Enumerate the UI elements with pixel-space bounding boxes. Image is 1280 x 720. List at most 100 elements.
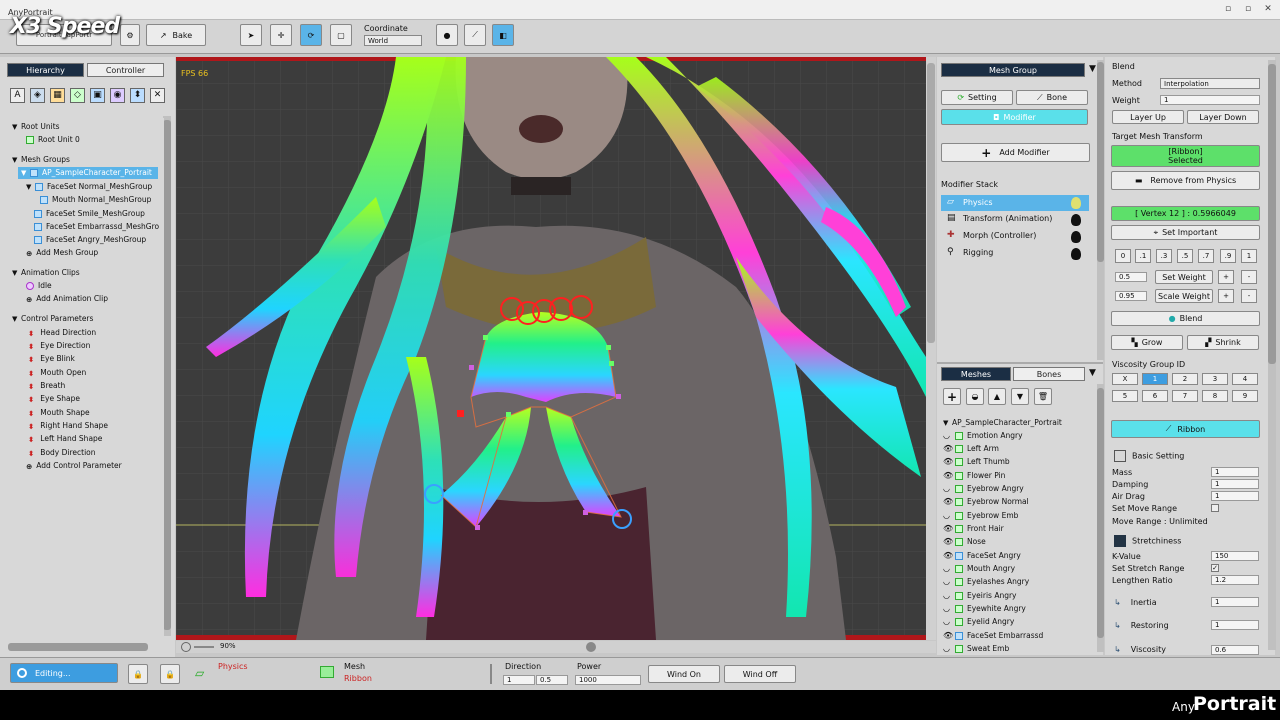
set-weight-field[interactable]: 0.5: [1115, 272, 1147, 282]
viscosity-x[interactable]: X: [1112, 373, 1138, 385]
shrink-button[interactable]: ▞ Shrink: [1187, 335, 1259, 350]
stretch-range-checkbox[interactable]: ✓: [1211, 564, 1219, 572]
move-range-checkbox[interactable]: [1211, 504, 1219, 512]
mass-field[interactable]: 1: [1211, 467, 1259, 477]
right-scrollbar[interactable]: [1268, 60, 1276, 650]
bake-button[interactable]: ↗ Bake: [146, 24, 206, 46]
weight-preset-5[interactable]: .9: [1220, 249, 1236, 263]
viscosity-5[interactable]: 5: [1112, 390, 1138, 402]
left-scrollbar[interactable]: [163, 116, 171, 636]
add-animation-item[interactable]: ⊕ Add Animation Clip: [26, 292, 108, 305]
viscosity-7[interactable]: 7: [1172, 390, 1198, 402]
mesh-item[interactable]: 👁 Left Arm: [943, 442, 1093, 455]
mesh-visibility-button[interactable]: ◧: [492, 24, 514, 46]
canvas-viewport[interactable]: FPS 66: [176, 57, 926, 640]
mesh-item[interactable]: ◡ Emotion Angry: [943, 429, 1093, 442]
param-item-0[interactable]: ⬍ Head Direction: [28, 326, 96, 339]
wind-on-button[interactable]: Wind On: [648, 665, 720, 683]
scale-weight-button[interactable]: Scale Weight: [1155, 289, 1213, 303]
weight-preset-0[interactable]: 0: [1115, 249, 1131, 263]
viscosity-3[interactable]: 3: [1202, 373, 1228, 385]
hscroll-thumb[interactable]: [586, 642, 596, 652]
lengthen-field[interactable]: 1.2: [1211, 575, 1259, 585]
mesh-item[interactable]: 👁 FaceSet Embarrassd: [943, 629, 1093, 642]
viscosity-9[interactable]: 9: [1232, 390, 1258, 402]
close-icon[interactable]: ✕: [1262, 4, 1274, 14]
mesh-item[interactable]: 👁 Eyebrow Normal: [943, 495, 1093, 508]
modifier-rigging[interactable]: Rigging: [941, 245, 1089, 261]
mesh-item[interactable]: ◡ Eyelid Angry: [943, 615, 1093, 628]
set-weight-button[interactable]: Set Weight: [1155, 270, 1213, 284]
move-tool-button[interactable]: ✛: [270, 24, 292, 46]
scale-plus-button[interactable]: +: [1218, 289, 1234, 303]
viscosity2-field[interactable]: 0.6: [1211, 645, 1259, 655]
viscosity-2[interactable]: 2: [1172, 373, 1198, 385]
weight-field[interactable]: 1: [1160, 95, 1260, 105]
rotate-tool-button[interactable]: ⟳: [300, 24, 322, 46]
ribbon-button[interactable]: ⟋ Ribbon: [1111, 420, 1260, 438]
mesh-item[interactable]: ◡ Eyewhite Angry: [943, 602, 1093, 615]
settings-gear-icon[interactable]: ⚙: [120, 24, 140, 46]
weight-minus-button[interactable]: -: [1241, 270, 1257, 284]
delete-button[interactable]: 🗑: [1034, 388, 1052, 405]
tree-item-root-unit[interactable]: Root Unit 0: [26, 133, 80, 146]
modifier-morph[interactable]: Morph (Controller): [941, 228, 1089, 244]
viscosity-8[interactable]: 8: [1202, 390, 1228, 402]
tree-item-meshgroup-5[interactable]: FaceSet Angry_MeshGroup: [34, 233, 146, 246]
scale-minus-button[interactable]: -: [1241, 289, 1257, 303]
mesh-item[interactable]: 👁 Nose: [943, 535, 1093, 548]
mesh-list-scrollbar[interactable]: [1097, 384, 1104, 652]
root-filter-icon[interactable]: ◈: [30, 88, 45, 103]
tab-bones[interactable]: Bones: [1013, 367, 1085, 381]
mesh-item[interactable]: ◡ Eyebrow Emb: [943, 509, 1093, 522]
mesh-item[interactable]: 👁 Flower Pin: [943, 469, 1093, 482]
image-filter-icon[interactable]: ▦: [50, 88, 65, 103]
set-important-button[interactable]: ⌖ Set Important: [1111, 225, 1260, 240]
viscosity-4[interactable]: 4: [1232, 373, 1258, 385]
restoring-field[interactable]: 1: [1211, 620, 1259, 630]
move-down-button[interactable]: ▼: [1011, 388, 1029, 405]
layer-down-button[interactable]: Layer Down: [1187, 110, 1259, 124]
mesh-item[interactable]: 👁 Left Thumb: [943, 455, 1093, 468]
lock-button-2[interactable]: 🔒: [160, 664, 180, 684]
weight-preset-2[interactable]: .3: [1156, 249, 1172, 263]
layer-button[interactable]: ◒: [966, 388, 984, 405]
anim-filter-icon[interactable]: ◉: [110, 88, 125, 103]
inertia-field[interactable]: 1: [1211, 597, 1259, 607]
damping-field[interactable]: 1: [1211, 479, 1259, 489]
kvalue-field[interactable]: 150: [1211, 551, 1259, 561]
mid-scrollbar[interactable]: [1097, 60, 1104, 360]
add-mesh-button[interactable]: +: [943, 388, 961, 405]
tab-controller[interactable]: Controller: [87, 63, 164, 77]
bulb-off-icon[interactable]: [1071, 248, 1081, 260]
tree-header-mesh-groups[interactable]: ▼ Mesh Groups: [12, 153, 70, 166]
weight-preset-3[interactable]: .5: [1177, 249, 1193, 263]
mesh-item[interactable]: ◡ Mouth Angry: [943, 562, 1093, 575]
method-select[interactable]: Interpolation: [1160, 78, 1260, 89]
param-item-3[interactable]: ⬍ Mouth Open: [28, 366, 86, 379]
tree-item-meshgroup-1[interactable]: ▼ FaceSet Normal_MeshGroup: [26, 180, 152, 193]
move-up-button[interactable]: ▲: [988, 388, 1006, 405]
tree-item-anim-idle[interactable]: Idle: [26, 279, 52, 292]
bulb-on-icon[interactable]: [1071, 197, 1081, 209]
select-tool-button[interactable]: ➤: [240, 24, 262, 46]
mesh-filter-icon[interactable]: ◇: [70, 88, 85, 103]
viscosity-1[interactable]: 1: [1142, 373, 1168, 385]
param-item-6[interactable]: ⬍ Mouth Shape: [28, 406, 90, 419]
setting-button[interactable]: ⟳ Setting: [941, 90, 1013, 105]
power-field[interactable]: 1000: [575, 675, 641, 685]
meshgroup-filter-icon[interactable]: ▣: [90, 88, 105, 103]
viewport-hscrollbar[interactable]: 90%: [176, 641, 936, 653]
viewport-vscrollbar[interactable]: [926, 57, 936, 640]
modifier-button[interactable]: ◘ Modifier: [941, 109, 1088, 125]
tab-meshes[interactable]: Meshes: [941, 367, 1011, 381]
bulb-off-icon[interactable]: [1071, 231, 1081, 243]
coordinate-select[interactable]: World: [364, 35, 422, 46]
mesh-item[interactable]: ◡ Eyebrow Angry: [943, 482, 1093, 495]
bulb-off-icon[interactable]: [1071, 214, 1081, 226]
weight-preset-6[interactable]: 1: [1241, 249, 1257, 263]
param-filter-icon[interactable]: ⬍: [130, 88, 145, 103]
mesh-item[interactable]: 👁 Front Hair: [943, 522, 1093, 535]
param-item-8[interactable]: ⬍ Left Hand Shape: [28, 432, 102, 445]
editing-button[interactable]: Editing...: [10, 663, 118, 683]
